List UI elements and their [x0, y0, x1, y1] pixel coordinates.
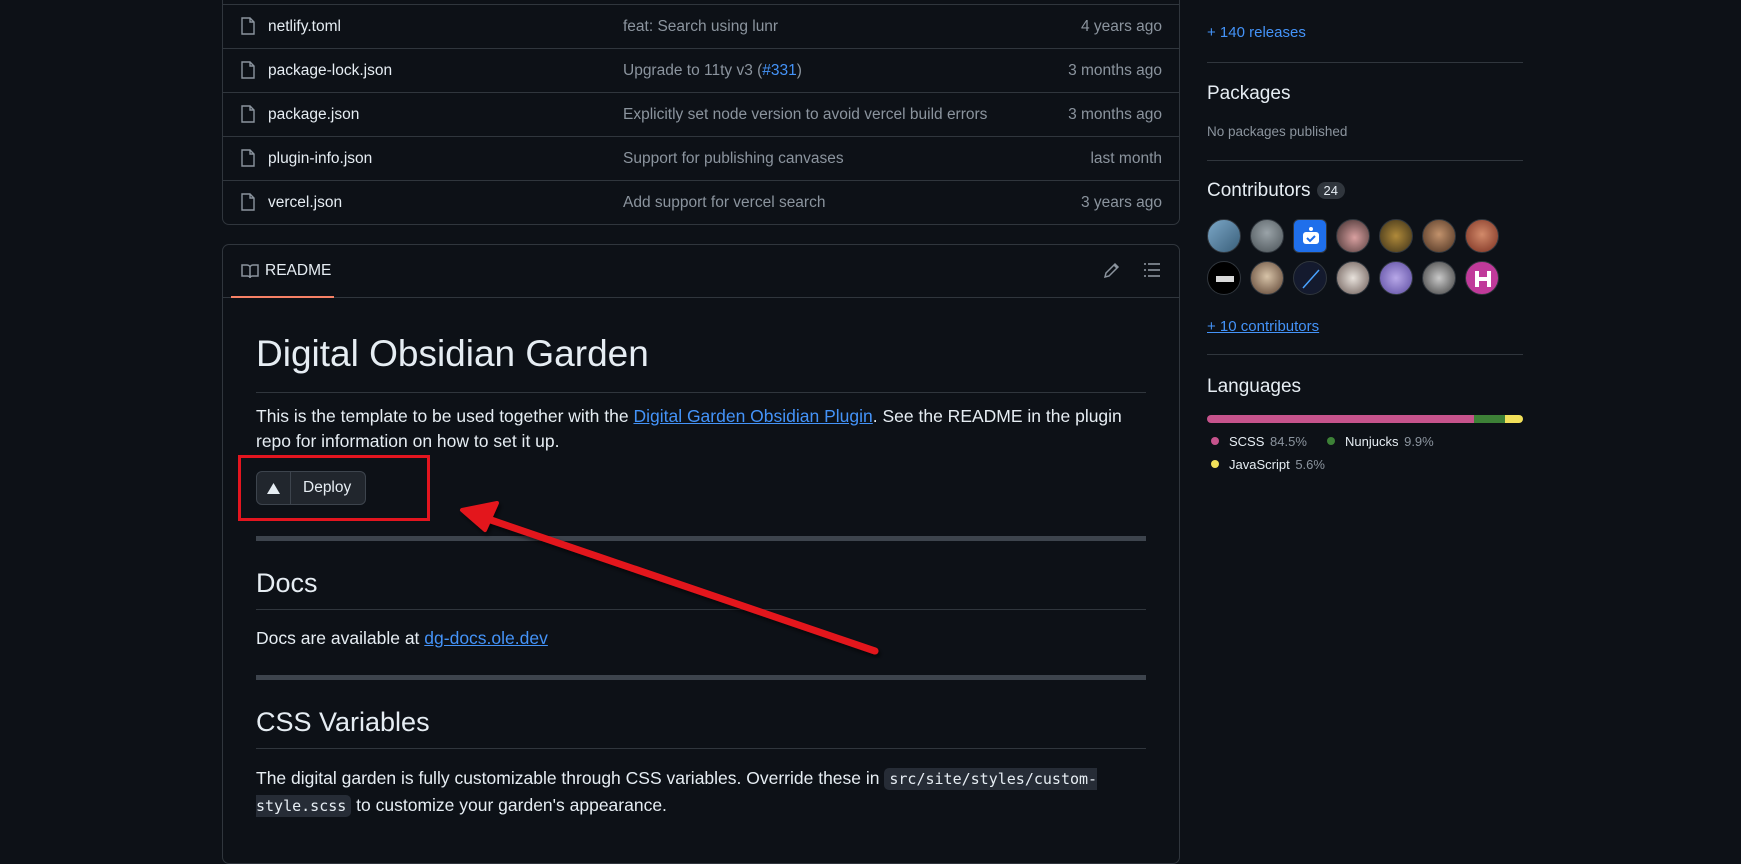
commit-message[interactable]: Support for publishing canvases	[623, 150, 844, 168]
avatar[interactable]	[1250, 261, 1284, 295]
pr-link[interactable]: #331	[762, 62, 796, 79]
commit-message[interactable]: Upgrade to 11ty v3 (#331)	[623, 62, 802, 80]
file-name[interactable]: package-lock.json	[268, 62, 392, 80]
commit-date: 3 months ago	[1068, 105, 1162, 123]
avatar[interactable]	[1379, 219, 1413, 253]
avatar[interactable]	[1207, 219, 1241, 253]
list-icon[interactable]	[1143, 262, 1161, 278]
file-row[interactable]: vercel.json Add support for vercel searc…	[223, 180, 1179, 224]
commit-date: 4 years ago	[1081, 17, 1162, 35]
divider	[256, 536, 1146, 541]
commit-date: last month	[1090, 149, 1162, 167]
lang-dot	[1327, 437, 1335, 445]
css-variables-heading: CSS Variables	[256, 704, 1146, 749]
tab-readme[interactable]: README	[231, 245, 556, 298]
file-name[interactable]: package.json	[268, 106, 359, 124]
file-list: netlify.toml feat: Search using lunr 4 y…	[222, 0, 1180, 225]
divider	[256, 675, 1146, 680]
pencil-icon[interactable]	[1103, 261, 1121, 279]
docs-link[interactable]: dg-docs.ole.dev	[424, 628, 548, 648]
readme-title: Digital Obsidian Garden	[256, 330, 1146, 393]
commit-date: 3 years ago	[1081, 193, 1162, 211]
annotation-highlight-box	[238, 455, 430, 521]
readme-intro: This is the template to be used together…	[256, 406, 1122, 451]
file-row[interactable]: package-lock.json Upgrade to 11ty v3 (#3…	[223, 48, 1179, 92]
commit-message[interactable]: Add support for vercel search	[623, 194, 825, 212]
language-item[interactable]: Nunjucks 9.9%	[1327, 434, 1434, 449]
lang-dot	[1211, 460, 1219, 468]
language-item[interactable]: JavaScript 5.6%	[1211, 457, 1325, 472]
avatar[interactable]	[1465, 261, 1499, 295]
file-name[interactable]: plugin-info.json	[268, 150, 372, 168]
packages-heading[interactable]: Packages	[1207, 83, 1290, 105]
commit-message[interactable]: Explicitly set node version to avoid ver…	[623, 106, 987, 124]
avatar[interactable]	[1422, 261, 1456, 295]
docs-heading: Docs	[256, 565, 1146, 610]
commit-date: 3 months ago	[1068, 61, 1162, 79]
more-contributors-link[interactable]: + 10 contributors	[1207, 318, 1319, 335]
file-icon	[241, 17, 255, 35]
readme-header: README	[223, 245, 1179, 298]
file-icon	[241, 61, 255, 79]
lang-dot	[1211, 437, 1219, 445]
file-row[interactable]: package.json Explicitly set node version…	[223, 92, 1179, 136]
lang-bar-segment[interactable]	[1207, 415, 1475, 423]
lang-bar-segment[interactable]	[1505, 415, 1523, 423]
avatar[interactable]	[1379, 261, 1413, 295]
sidebar-divider	[1207, 160, 1523, 161]
file-row[interactable]: netlify.toml feat: Search using lunr 4 y…	[223, 4, 1179, 48]
file-icon	[241, 149, 255, 167]
file-name[interactable]: vercel.json	[268, 194, 342, 212]
readme-tab-label: README	[265, 262, 332, 279]
avatar[interactable]	[1336, 261, 1370, 295]
avatar[interactable]	[1250, 219, 1284, 253]
avatar[interactable]	[1293, 219, 1327, 253]
file-icon	[241, 105, 255, 123]
avatar[interactable]	[1293, 261, 1327, 295]
contributors-heading[interactable]: Contributors 24	[1207, 180, 1345, 202]
avatar[interactable]	[1422, 219, 1456, 253]
releases-link[interactable]: + 140 releases	[1207, 24, 1306, 41]
file-icon	[241, 193, 255, 211]
docs-text: Docs are available at dg-docs.ole.dev	[256, 628, 548, 648]
contributors-count: 24	[1316, 182, 1345, 200]
book-icon	[241, 264, 259, 279]
commit-message[interactable]: feat: Search using lunr	[623, 18, 778, 36]
languages-heading: Languages	[1207, 376, 1302, 397]
file-row[interactable]: plugin-info.json Support for publishing …	[223, 136, 1179, 180]
avatar[interactable]	[1336, 219, 1370, 253]
packages-text: No packages published	[1207, 124, 1348, 139]
languages-bar	[1207, 415, 1523, 423]
avatar[interactable]	[1465, 219, 1499, 253]
file-name[interactable]: netlify.toml	[268, 18, 341, 36]
language-item[interactable]: SCSS 84.5%	[1211, 434, 1307, 449]
avatar[interactable]	[1207, 261, 1241, 295]
active-tab-indicator	[231, 296, 334, 298]
sidebar-divider	[1207, 354, 1523, 355]
plugin-link[interactable]: Digital Garden Obsidian Plugin	[633, 406, 872, 426]
css-variables-text: The digital garden is fully customizable…	[256, 768, 1098, 817]
sidebar-divider	[1207, 62, 1523, 63]
lang-bar-segment[interactable]	[1474, 415, 1506, 423]
